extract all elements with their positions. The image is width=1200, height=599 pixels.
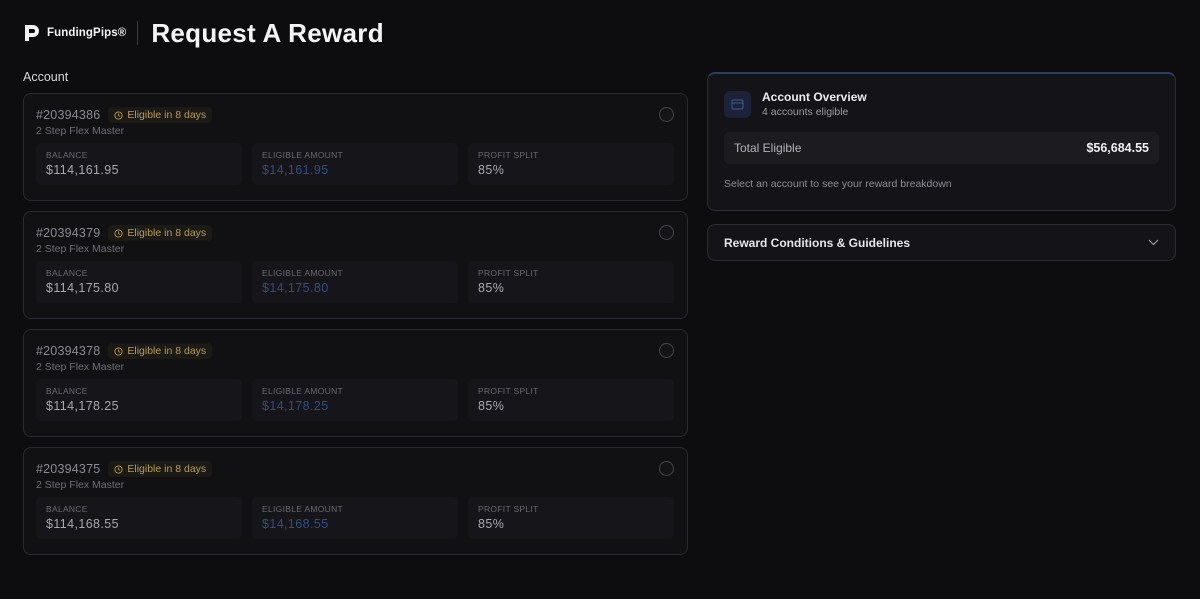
account-type: 2 Step Flex Master [36,243,125,255]
balance-value: $114,161.95 [46,163,119,177]
stat-label: PROFIT SPLIT [478,504,539,514]
account-card[interactable]: #20394379 Eligible in 8 days 2 Step Flex… [23,211,688,319]
total-eligible-row: Total Eligible $56,684.55 [724,132,1159,164]
app-header: FundingPips® Request A Reward [23,14,384,52]
eligibility-badge-text: Eligible in 8 days [127,109,207,121]
overview-hint: Select an account to see your reward bre… [724,178,952,190]
stat-label: PROFIT SPLIT [478,268,539,278]
stat-eligible-amount: ELIGIBLE AMOUNT $14,175.80 [252,261,458,303]
account-card[interactable]: #20394375 Eligible in 8 days 2 Step Flex… [23,447,688,555]
account-list: #20394386 Eligible in 8 days 2 Step Flex… [23,93,688,555]
eligibility-badge-text: Eligible in 8 days [127,463,207,475]
account-type: 2 Step Flex Master [36,361,125,373]
brand-name: FundingPips® [47,27,127,39]
profit-split-value: 85% [478,517,505,531]
profit-split-value: 85% [478,399,505,413]
eligible-amount-value: $14,168.55 [262,517,329,531]
account-card[interactable]: #20394386 Eligible in 8 days 2 Step Flex… [23,93,688,201]
balance-value: $114,168.55 [46,517,119,531]
stat-label: ELIGIBLE AMOUNT [262,504,344,514]
balance-value: $114,175.80 [46,281,119,295]
eligible-amount-value: $14,161.95 [262,163,329,177]
eligibility-badge: Eligible in 8 days [108,225,213,241]
stat-profit-split: PROFIT SPLIT 85% [468,379,674,421]
stat-eligible-amount: ELIGIBLE AMOUNT $14,161.95 [252,143,458,185]
account-id: #20394379 [36,226,101,240]
account-select-radio[interactable] [659,107,674,122]
section-label-account: Account [23,70,69,84]
account-type: 2 Step Flex Master [36,479,125,491]
account-select-radio[interactable] [659,343,674,358]
profit-split-value: 85% [478,281,505,295]
account-overview-panel: Account Overview 4 accounts eligible Tot… [707,72,1176,211]
clock-icon [114,464,123,474]
stat-label: BALANCE [46,504,88,514]
clock-icon [114,228,123,238]
profit-split-value: 85% [478,163,505,177]
stat-label: PROFIT SPLIT [478,150,539,160]
stat-eligible-amount: ELIGIBLE AMOUNT $14,178.25 [252,379,458,421]
chevron-down-icon [1148,239,1159,246]
stat-balance: BALANCE $114,168.55 [36,497,242,539]
stat-label: PROFIT SPLIT [478,386,539,396]
overview-subtitle: 4 accounts eligible [762,106,849,118]
eligibility-badge-text: Eligible in 8 days [127,227,207,239]
wallet-icon [724,90,751,118]
overview-title: Account Overview [762,90,867,104]
account-select-radio[interactable] [659,225,674,240]
stat-balance: BALANCE $114,175.80 [36,261,242,303]
stat-label: BALANCE [46,150,88,160]
eligibility-badge: Eligible in 8 days [108,461,213,477]
clock-icon [114,110,123,120]
account-id: #20394378 [36,344,101,358]
stat-label: BALANCE [46,386,88,396]
stat-profit-split: PROFIT SPLIT 85% [468,497,674,539]
guidelines-label: Reward Conditions & Guidelines [724,235,911,250]
total-eligible-value: $56,684.55 [1086,141,1149,155]
fundingpips-logo-icon [25,25,39,41]
eligibility-badge: Eligible in 8 days [108,107,213,123]
brand-logo[interactable]: FundingPips® [23,23,126,43]
eligibility-badge: Eligible in 8 days [108,343,213,359]
stat-label: ELIGIBLE AMOUNT [262,150,344,160]
eligible-amount-value: $14,175.80 [262,281,329,295]
stat-profit-split: PROFIT SPLIT 85% [468,261,674,303]
balance-value: $114,178.25 [46,399,119,413]
stat-balance: BALANCE $114,178.25 [36,379,242,421]
stat-label: BALANCE [46,268,88,278]
eligibility-badge-text: Eligible in 8 days [127,345,207,357]
account-card[interactable]: #20394378 Eligible in 8 days 2 Step Flex… [23,329,688,437]
stat-balance: BALANCE $114,161.95 [36,143,242,185]
account-select-radio[interactable] [659,461,674,476]
header-divider [137,21,139,45]
stat-profit-split: PROFIT SPLIT 85% [468,143,674,185]
account-id: #20394386 [36,108,101,122]
page-title: Request A Reward [151,17,384,48]
clock-icon [114,346,123,356]
total-eligible-label: Total Eligible [734,141,802,155]
reward-guidelines-accordion[interactable]: Reward Conditions & Guidelines [707,224,1176,261]
stat-label: ELIGIBLE AMOUNT [262,386,344,396]
stat-label: ELIGIBLE AMOUNT [262,268,344,278]
eligible-amount-value: $14,178.25 [262,399,329,413]
account-id: #20394375 [36,462,101,476]
stat-eligible-amount: ELIGIBLE AMOUNT $14,168.55 [252,497,458,539]
account-type: 2 Step Flex Master [36,125,125,137]
